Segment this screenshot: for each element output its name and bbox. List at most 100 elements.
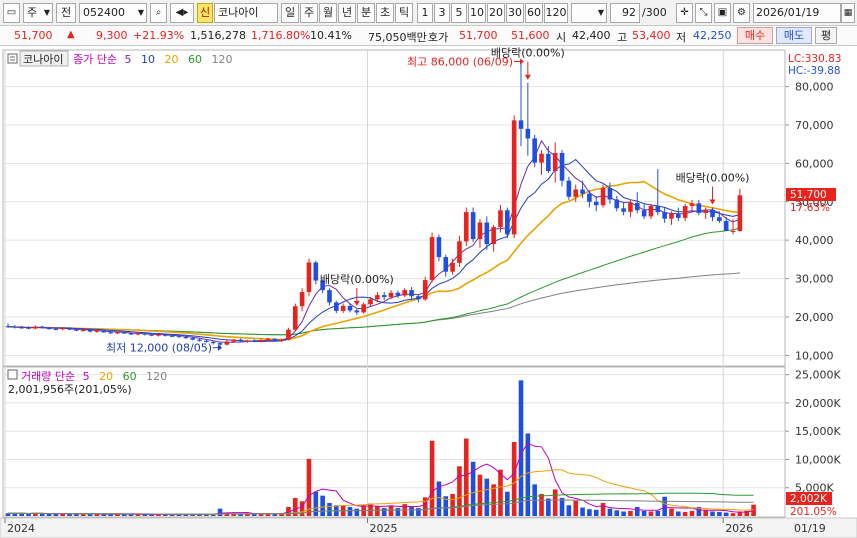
price-change: 9,300 bbox=[96, 29, 128, 42]
draw-tool-icon[interactable]: ⤡ bbox=[695, 3, 712, 23]
volume-bar bbox=[689, 510, 695, 516]
sell-button[interactable]: 매도 bbox=[776, 27, 812, 44]
volume-pct-tag: 201.05% bbox=[790, 506, 837, 518]
code-input[interactable]: 052400 ▼ bbox=[79, 3, 147, 23]
sound-icon[interactable]: ◀▸ bbox=[170, 3, 194, 23]
current-price: 51,700 bbox=[14, 29, 53, 42]
open-label: 시 bbox=[556, 31, 567, 44]
chart-svg[interactable]: 10,00020,00030,00040,00050,00060,00070,0… bbox=[0, 47, 857, 538]
period-second[interactable]: 초 bbox=[376, 3, 394, 23]
candle-body bbox=[183, 336, 189, 339]
candle-body bbox=[60, 328, 66, 330]
candle-body bbox=[443, 257, 449, 272]
price-panel-icon[interactable] bbox=[7, 53, 18, 64]
candle-body bbox=[422, 280, 428, 300]
candle-body bbox=[662, 212, 667, 219]
candle-body bbox=[546, 153, 551, 172]
volume-bar bbox=[676, 511, 681, 516]
volume-bar bbox=[375, 506, 380, 516]
candle-body bbox=[313, 262, 319, 281]
save-icon[interactable]: ▣ bbox=[714, 3, 731, 23]
volume-bar bbox=[46, 514, 52, 516]
chevron-down-icon: ▼ bbox=[43, 8, 50, 17]
interval-30[interactable]: 30 bbox=[506, 3, 524, 23]
volume-bar bbox=[463, 438, 469, 516]
chart-window-icon[interactable]: ▭ bbox=[3, 3, 20, 23]
price-tick-label: 60,000 bbox=[795, 157, 834, 170]
candle-body bbox=[429, 237, 435, 281]
candle-body bbox=[457, 241, 462, 263]
candle-body bbox=[381, 295, 387, 298]
candle-body bbox=[87, 330, 93, 332]
period-tick[interactable]: 틱 bbox=[395, 3, 413, 23]
interval-20[interactable]: 20 bbox=[487, 3, 505, 23]
interval-1[interactable]: 1 bbox=[417, 3, 433, 23]
current-price-tag: 51,700 bbox=[790, 189, 827, 201]
candle-body bbox=[245, 340, 250, 342]
volume-bar bbox=[429, 440, 435, 516]
crosshair-icon[interactable]: ✛ bbox=[676, 3, 693, 23]
candle-body bbox=[559, 153, 565, 181]
interval-3[interactable]: 3 bbox=[434, 3, 450, 23]
volume-bar bbox=[628, 510, 633, 516]
volume-bar bbox=[381, 508, 387, 516]
candle-body bbox=[689, 203, 695, 207]
volume-bar bbox=[600, 502, 606, 516]
buy-button[interactable]: 매수 bbox=[737, 27, 773, 44]
volume-indicator-label: 거래량 단순 bbox=[21, 370, 75, 383]
period-day[interactable]: 일 bbox=[281, 3, 299, 23]
market-select[interactable]: 주 ▼ bbox=[23, 3, 53, 23]
count-input[interactable]: 92 bbox=[610, 3, 640, 23]
ma-20-label: 20 bbox=[164, 53, 178, 66]
price-panel-frame bbox=[2, 49, 786, 367]
volume-bar bbox=[19, 513, 24, 516]
period-minute[interactable]: 분 bbox=[357, 3, 375, 23]
candle-body bbox=[12, 326, 18, 328]
volume-panel-icon[interactable] bbox=[7, 369, 18, 380]
new-badge[interactable]: 신 bbox=[197, 3, 213, 23]
interval-120[interactable]: 120 bbox=[544, 3, 568, 23]
evaluate-button[interactable]: 평 bbox=[815, 27, 837, 44]
candle-body bbox=[190, 338, 195, 340]
volume-bar bbox=[484, 478, 490, 516]
candle-body bbox=[532, 138, 537, 163]
candle-body bbox=[580, 189, 585, 194]
date-input[interactable]: 2026/01/19 bbox=[753, 3, 841, 23]
open-price: 42,400 bbox=[572, 29, 611, 42]
candle-body bbox=[402, 290, 408, 296]
candle-body bbox=[128, 333, 134, 335]
ask-price: 51,700 bbox=[459, 29, 498, 42]
candle-body bbox=[272, 338, 278, 341]
search-icon[interactable]: ⌕ bbox=[150, 3, 167, 23]
candle-body bbox=[258, 340, 264, 342]
volume-bar bbox=[347, 506, 353, 516]
x-tick-label: 2025 bbox=[370, 522, 398, 535]
candle-body bbox=[518, 120, 524, 129]
interval-input[interactable]: ▼ bbox=[571, 3, 607, 23]
chart-area[interactable]: 10,000 20,000 30,000 40,000 50,000 60,000 70,0… bbox=[0, 47, 857, 538]
chevron-down-icon: ▼ bbox=[137, 8, 144, 17]
volume-bar bbox=[587, 509, 592, 516]
candle-body bbox=[634, 202, 640, 211]
candle-body bbox=[717, 217, 722, 221]
candle-body bbox=[696, 203, 702, 213]
candle-body bbox=[600, 187, 606, 206]
period-year[interactable]: 년 bbox=[338, 3, 356, 23]
dividend-label: 배당락(0.00%) bbox=[491, 47, 565, 60]
period-month[interactable]: 월 bbox=[319, 3, 337, 23]
candle-body bbox=[368, 299, 373, 305]
chevron-down-icon: ▼ bbox=[597, 8, 604, 17]
candle-body bbox=[470, 212, 476, 240]
gear-icon[interactable]: ⚙ bbox=[733, 3, 750, 23]
candle-body bbox=[450, 262, 455, 272]
period-week[interactable]: 주 bbox=[300, 3, 318, 23]
candle-body bbox=[621, 208, 626, 212]
stock-name[interactable]: 코나아이 bbox=[214, 3, 278, 23]
interval-10[interactable]: 10 bbox=[468, 3, 486, 23]
interval-5[interactable]: 5 bbox=[451, 3, 467, 23]
calendar-icon[interactable]: ▦ bbox=[841, 3, 855, 23]
type-button[interactable]: 전 bbox=[56, 3, 76, 23]
volume-ratio: 1,716.80% bbox=[251, 29, 311, 42]
interval-60[interactable]: 60 bbox=[525, 3, 543, 23]
volume-bar bbox=[655, 510, 661, 516]
